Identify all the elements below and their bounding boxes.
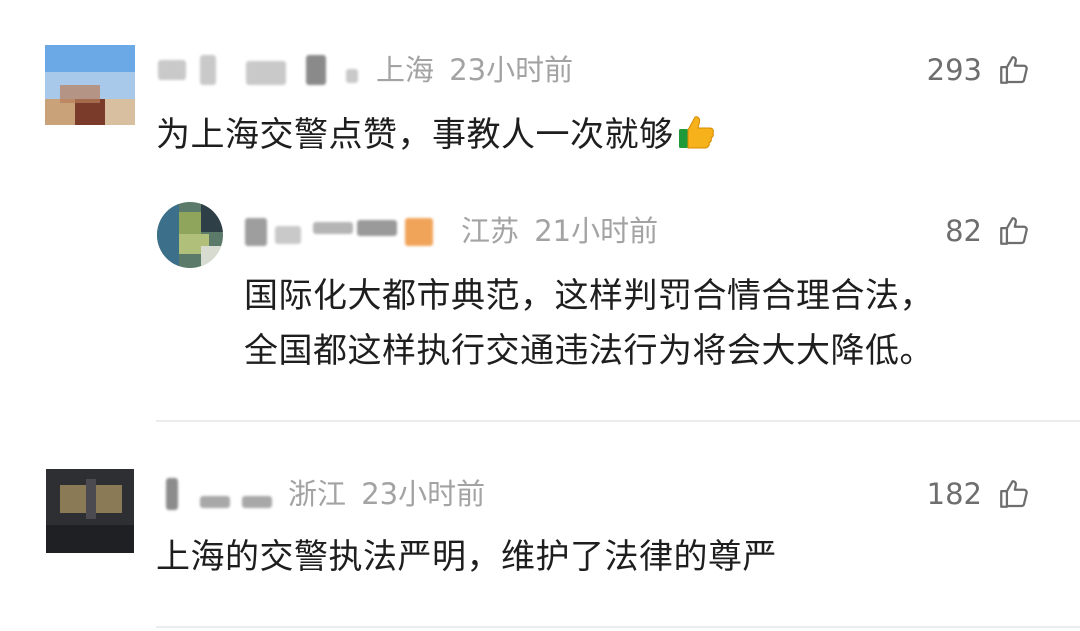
avatar[interactable] [46, 469, 134, 553]
username-blurred[interactable] [166, 478, 276, 514]
username-blurred[interactable] [245, 214, 445, 250]
avatar[interactable] [45, 45, 135, 125]
divider [156, 626, 1080, 628]
comment-text-line-1: 国际化大都市典范，这样判罚合情合理合法， [244, 276, 934, 316]
avatar[interactable] [157, 202, 223, 268]
like-count: 182 [926, 477, 982, 511]
timestamp: 21小时前 [534, 214, 659, 248]
timestamp: 23小时前 [361, 477, 486, 511]
location: 江苏 [461, 214, 520, 248]
divider [156, 420, 1080, 422]
location: 浙江 [288, 477, 347, 511]
thumbs-up-icon[interactable] [997, 53, 1031, 87]
thumbs-up-emoji-icon [678, 116, 714, 149]
comment-text: 上海的交警执法严明，维护了法律的尊严 [156, 537, 777, 577]
username-blurred[interactable] [158, 55, 368, 91]
timestamp: 23小时前 [449, 53, 574, 87]
comment-text: 为上海交警点赞，事教人一次就够 [156, 110, 716, 160]
comment-meta: 上海 23小时前 [376, 56, 573, 85]
location: 上海 [376, 53, 435, 87]
thumbs-up-icon[interactable] [997, 477, 1031, 511]
comment-meta: 江苏 21小时前 [461, 217, 658, 246]
thumbs-up-icon[interactable] [997, 214, 1031, 248]
comment-meta: 浙江 23小时前 [288, 480, 485, 509]
like-count: 82 [945, 214, 982, 248]
like-count: 293 [926, 53, 982, 87]
comment-text-line-2: 全国都这样执行交通违法行为将会大大降低。 [244, 331, 934, 371]
